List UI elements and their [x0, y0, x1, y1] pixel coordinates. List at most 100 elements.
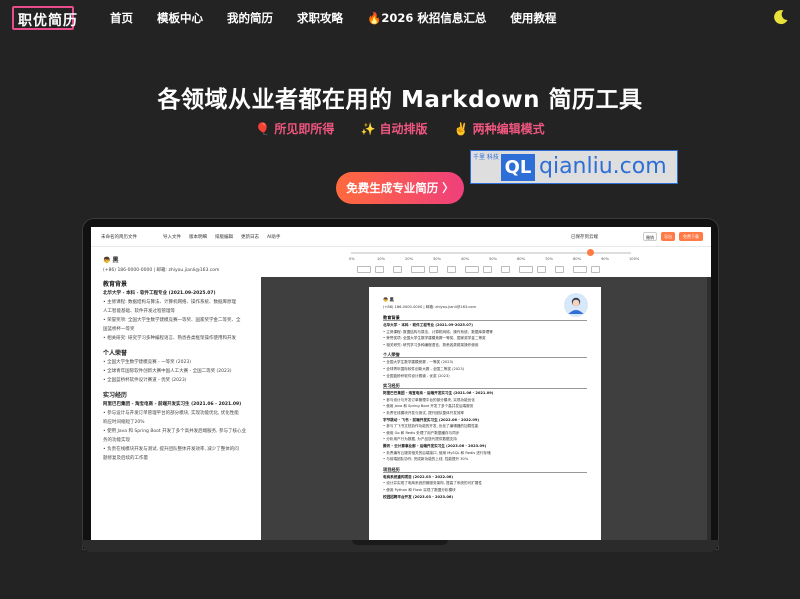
nav-link-job-guide[interactable]: 求职攻略: [297, 10, 343, 26]
resume-line: • 负责在线模块开发与测试, 提升团队整体开发效率: [383, 411, 465, 415]
editor-line: • 使用 Java 和 Spring Boot 开发了多个高并发后端服务, 参与…: [103, 429, 246, 434]
format-tool-button[interactable]: [375, 266, 384, 273]
editor-line: 人工智能基础、软件开发过程管理等: [103, 309, 175, 314]
zoom-tick-label: 60%: [517, 257, 525, 261]
undo-button[interactable]: 撤销: [643, 232, 657, 241]
resume-line: • 全国大学生数学建模竞赛 - 一等奖 (2023): [383, 360, 454, 365]
balloon-icon: 🎈: [255, 122, 271, 136]
format-tool-button[interactable]: [573, 266, 587, 273]
format-tool-button[interactable]: [393, 266, 402, 273]
editor-line: 阿里巴巴集团 - 淘宝电商 - 前端开发实习生 (2021.06 - 2021.…: [103, 402, 242, 407]
format-tool-button[interactable]: [357, 266, 371, 273]
watermark-text: qianliu.com: [539, 154, 667, 179]
laptop-notch: [352, 540, 448, 545]
format-tool-button[interactable]: [555, 266, 564, 273]
preview-toolbar: 0% 10% 20% 30% 40% 50% 60% 70% 80% 90% 100%: [261, 247, 711, 277]
laptop-frame: 未命名的简历文件 导入文件 版本明细 排版编辑 更新日志 AI助手 已保存到云端…: [82, 218, 719, 550]
sparkles-icon: ✨: [360, 122, 376, 136]
section-divider: [383, 357, 587, 359]
file-title[interactable]: 未命名的简历文件: [101, 234, 137, 240]
zoom-slider-handle[interactable]: [587, 249, 594, 256]
format-tool-button[interactable]: [411, 266, 425, 273]
editor-line: • 荣誉奖项: 全国大学生数学建模竞赛一等奖、国家奖学金二等奖、全: [103, 318, 241, 323]
moon-icon[interactable]: [773, 9, 789, 25]
resume-line: • 全国蓝桥杯软件设计赛道 - 优奖 (2023): [383, 373, 450, 378]
resume-page: 👦 黑 (+86) 186-0000-0000 | 邮箱: zhiyou.jian…: [369, 287, 601, 541]
resume-line: • 使用 Java 和 Spring Boot 开发了多个高并发后端服务: [383, 404, 474, 409]
editor-heading: 实习经历: [103, 392, 128, 399]
resume-line: • 与前端团队协作, 完成新功能的上线, 性能提升 30%: [383, 457, 469, 462]
format-tool-button[interactable]: [501, 266, 510, 273]
nav-link-campus-recruit[interactable]: 🔥2026 秋招信息汇总: [367, 10, 486, 26]
resume-line: • 负责编写云服务相关的后端接口, 使用 MySQL 和 Redis 进行存储: [383, 450, 491, 455]
format-tool-button[interactable]: [429, 266, 438, 273]
nav-link-home[interactable]: 首页: [110, 10, 133, 26]
feature-auto-layout: ✨ 自动排版: [360, 122, 428, 136]
markdown-editor[interactable]: 👦 黑 (+86) 186-0000-0000 | 邮箱: zhiyou.jian…: [91, 247, 261, 541]
resume-line: 电商系统重构项目 (2022.03 - 2022.06): [383, 474, 454, 479]
resume-preview: 0% 10% 20% 30% 40% 50% 60% 70% 80% 90% 100% 👦 黑 (+8…: [261, 247, 711, 541]
zoom-tick-label: 80%: [573, 257, 581, 261]
editor-line: 国蓝桥杯一等奖: [103, 327, 135, 332]
menu-changelog[interactable]: 更新日志: [241, 234, 259, 240]
editor-line: • 全球青年国际软件创新大赛中国人工大赛 - 全国二等奖 (2023): [103, 369, 232, 374]
menu-versions[interactable]: 版本明细: [189, 234, 207, 240]
format-tool-button[interactable]: [519, 266, 533, 273]
site-logo[interactable]: 职优简历: [12, 6, 77, 30]
nav-links: 首页 模板中心 我的简历 求职攻略 🔥2026 秋招信息汇总 使用教程: [110, 10, 580, 26]
editor-line: • 负责在线模块开发与测试, 提升团队整体开发效率, 减少了整体的问: [103, 447, 239, 452]
section-divider: [383, 320, 587, 321]
resume-name: 👦 黑: [383, 297, 394, 302]
resume-line: • 设计并实现了电商系统的微服务架构, 提高了系统的可扩展性: [383, 481, 482, 486]
nav-link-tutorial[interactable]: 使用教程: [510, 10, 556, 26]
editor-line: 务的功能实现: [103, 438, 130, 443]
format-tool-button[interactable]: [447, 266, 456, 273]
editor-line: (+86) 186-0000-0000 | 邮箱: zhiyou.jianli@…: [103, 268, 220, 273]
menu-import[interactable]: 导入文件: [163, 234, 181, 240]
avatar: [564, 293, 588, 317]
watermark-badge: QL: [501, 154, 535, 181]
editor-line: • 参与设计与开发订单管理平台的部分模块, 实现功能优化, 优化性能: [103, 411, 239, 416]
feature-edit-modes: ✌️ 两种编辑模式: [453, 122, 545, 136]
resume-line: • 使用 Go 和 Redis 处理了用户数据缓存与同步: [383, 430, 460, 435]
format-tool-button[interactable]: [591, 266, 600, 273]
top-nav: 职优简历 首页 模板中心 我的简历 求职攻略 🔥2026 秋招信息汇总 使用教程: [0, 0, 800, 36]
resume-line: • 全球青年国际软件创新大赛 - 全国二等奖 (2023): [383, 367, 465, 371]
app-screen: 未命名的简历文件 导入文件 版本明细 排版编辑 更新日志 AI助手 已保存到云端…: [91, 227, 711, 541]
editor-line: 题修复及后续的工作量: [103, 456, 148, 461]
export-button[interactable]: 导出: [661, 232, 675, 241]
zoom-tick-label: 20%: [405, 257, 413, 261]
nav-link-templates[interactable]: 模板中心: [157, 10, 203, 26]
format-tool-button[interactable]: [537, 266, 546, 273]
editor-heading: 教育背景: [103, 281, 128, 288]
create-resume-button[interactable]: 免费生成专业简历 〉: [336, 172, 464, 204]
format-tool-button[interactable]: [465, 266, 479, 273]
resume-line: 校园招聘平台开发 (2023.03 - 2023.06): [383, 494, 454, 499]
watermark: 千里 科技 QL qianliu.com: [470, 150, 678, 184]
resume-line: 阿里巴巴集团 - 淘宝电商 - 后端开发实习生 (2021.06 - 2021.…: [383, 391, 494, 396]
menu-layout[interactable]: 排版编辑: [215, 234, 233, 240]
download-button[interactable]: 免费下载: [679, 232, 703, 241]
zoom-tick-label: 50%: [489, 257, 497, 261]
nav-link-my-resume[interactable]: 我的简历: [227, 10, 273, 26]
resume-line: • 参与了飞书文档协作功能的开发, 优化了编辑器的加载性能: [383, 424, 479, 429]
preview-scrollbar[interactable]: [707, 277, 711, 541]
format-tool-button[interactable]: [483, 266, 492, 273]
menu-ai[interactable]: AI助手: [267, 234, 280, 240]
zoom-tick-label: 0%: [349, 257, 355, 261]
resume-line: • 相关研究: 研究学习多种编程语言、熟悉各类框架操作使用: [383, 342, 479, 347]
resume-line: • 分析用户行为数据, 为产品迭代提供数据支持: [383, 437, 457, 442]
editor-line: • 主修课程: 数据结构与算法、计算机网络、操作系统、数据库原理: [103, 300, 237, 305]
section-divider: [383, 471, 587, 473]
editor-heading: 👦 黑: [103, 257, 119, 264]
resume-line: • 主修课程: 数据结构与算法、计算机网络、操作系统、数据库原理等: [383, 329, 493, 334]
hero-title: 各领域从业者都在用的 Markdown 简历工具: [157, 87, 643, 113]
resume-line: • 参与设计与开发订单管理平台的部分模块, 实现功能优化: [383, 397, 475, 402]
resume-line: • 荣誉奖项: 全国大学生数学建模竞赛一等奖、国家奖学金二等奖: [383, 336, 486, 341]
resume-line: 腾讯 - 云计算事业部 - 后端开发实习生 (2023.06 - 2023.09…: [383, 444, 487, 448]
feature-wysiwyg: 🎈 所见即所得: [255, 122, 335, 136]
victory-hand-icon: ✌️: [453, 122, 469, 136]
editor-line: • 相关研究: 研究学习多种编程语言、熟悉各类框架操作使用和开发: [103, 336, 237, 341]
editor-line: 响应时间缩短了20%: [103, 420, 145, 425]
zoom-tick-label: 100%: [629, 257, 640, 261]
